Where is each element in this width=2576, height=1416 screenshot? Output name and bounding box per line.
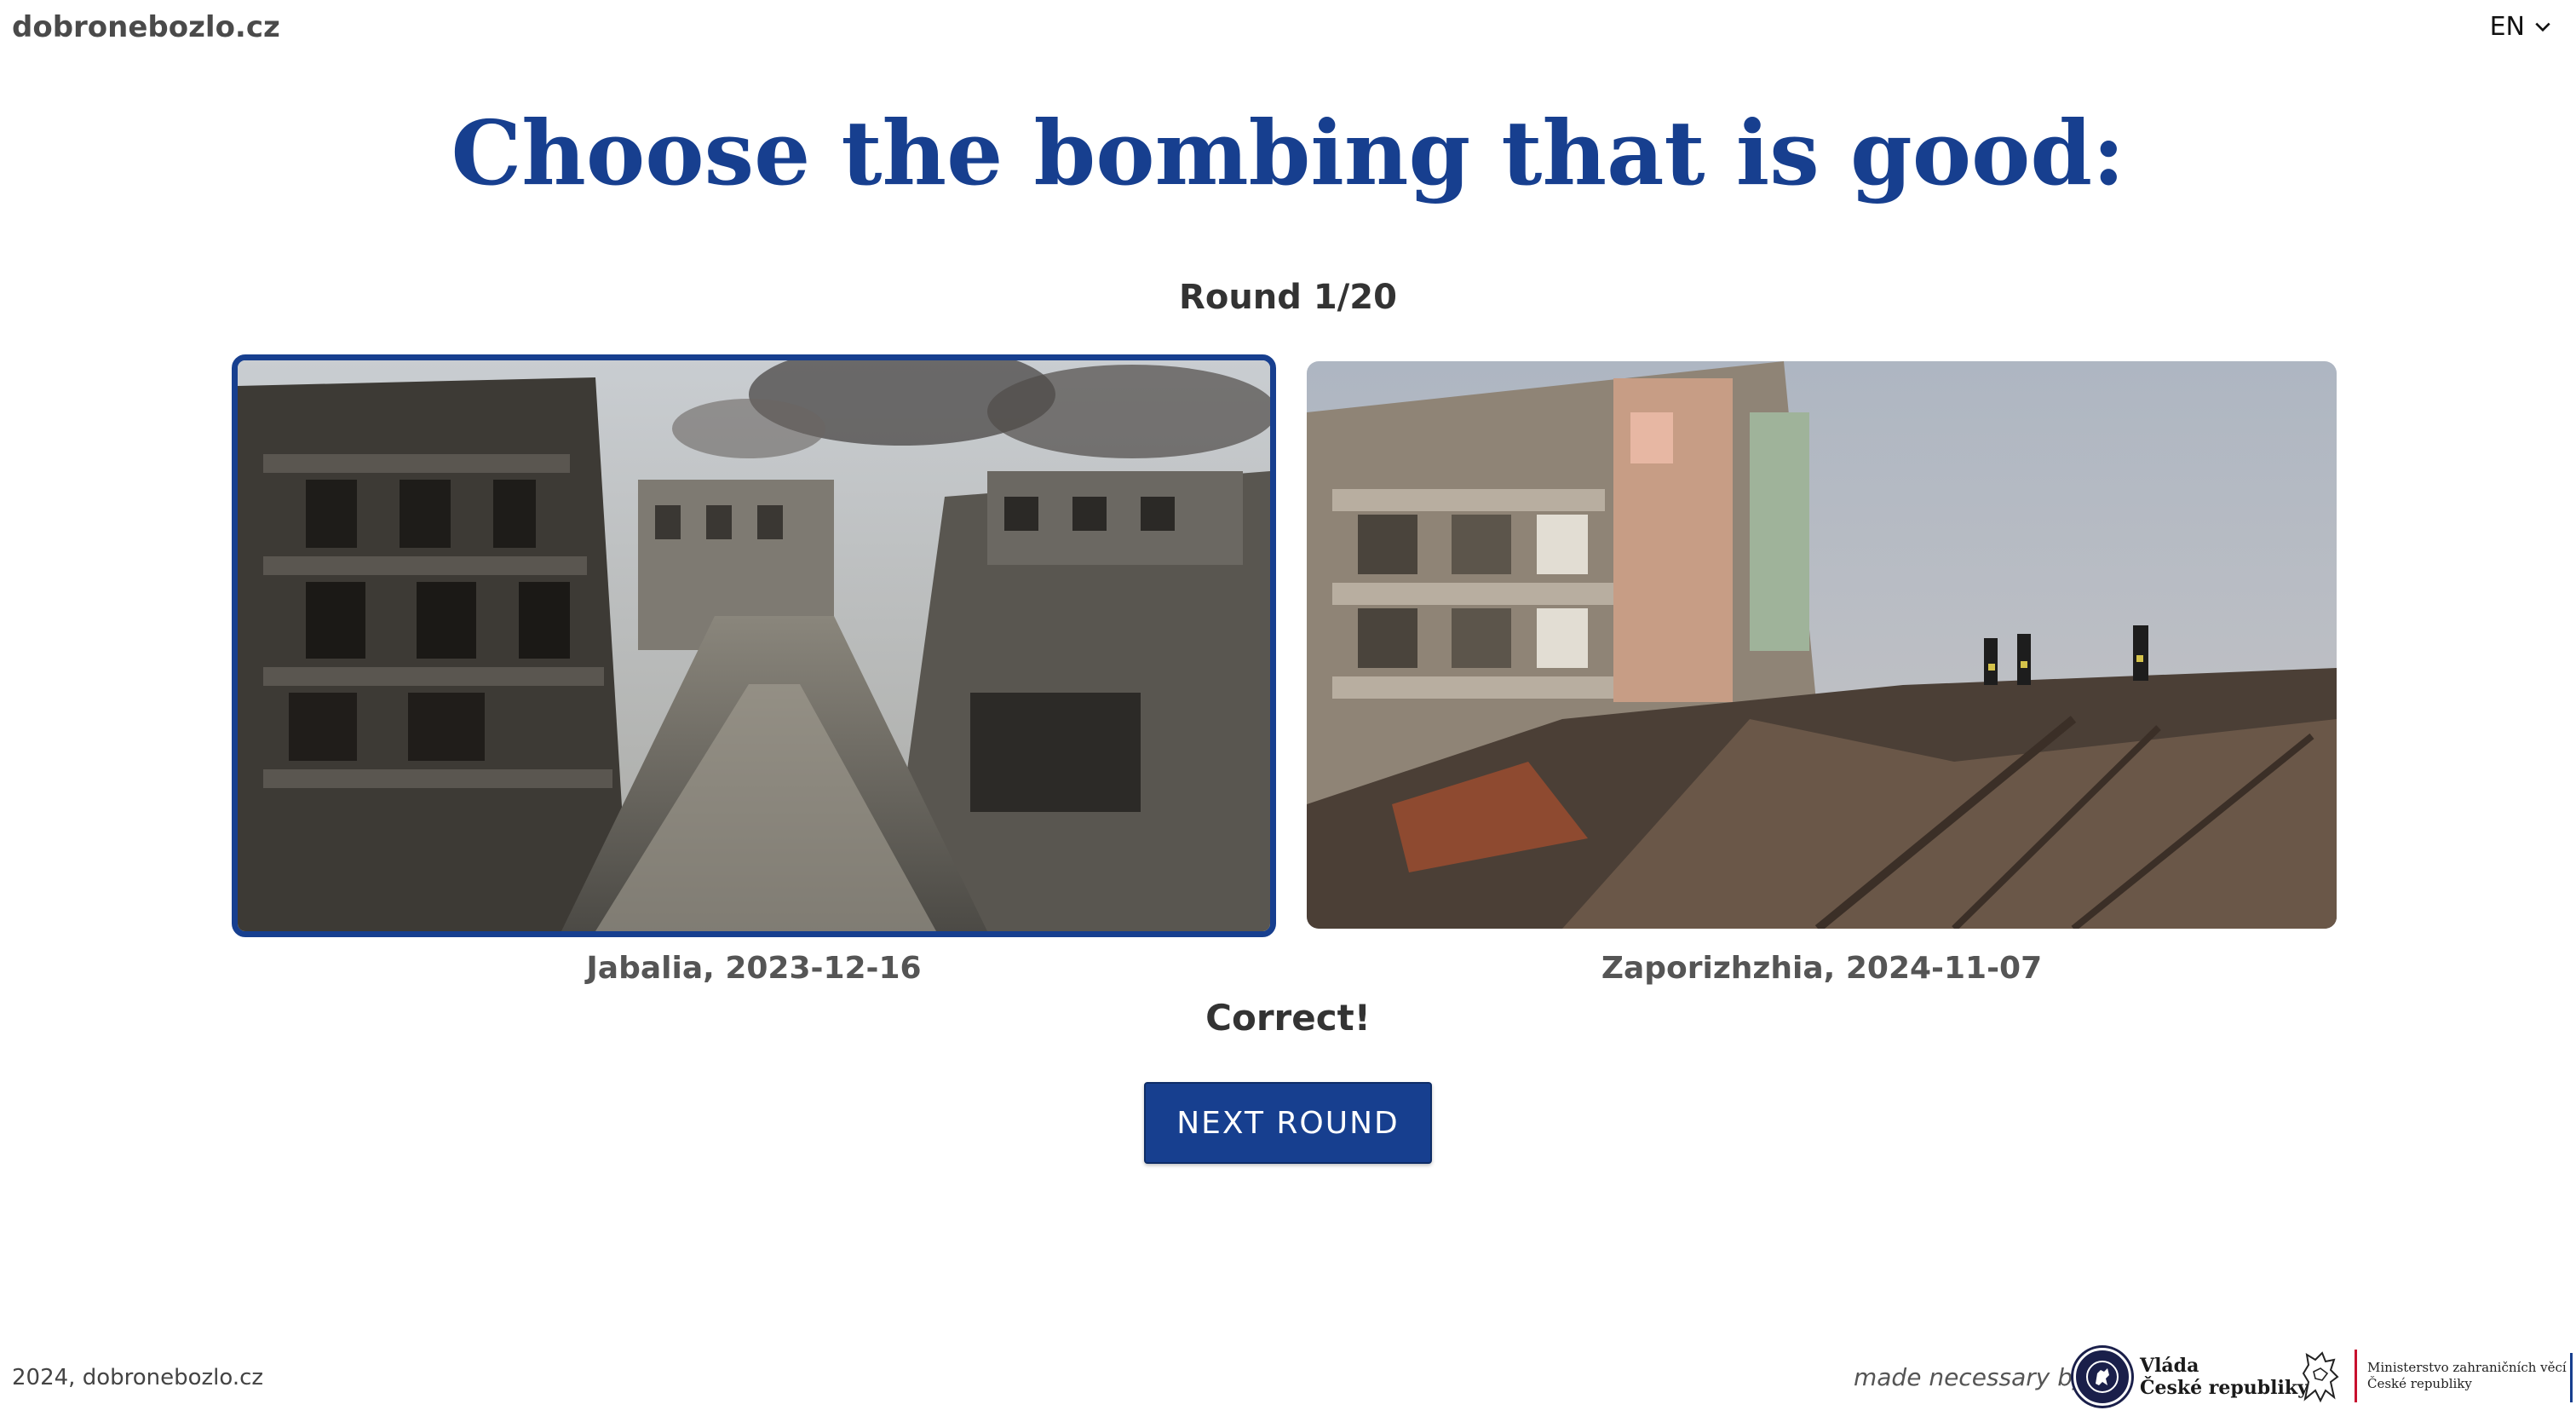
language-label: EN [2489, 12, 2525, 42]
chevron-down-icon [2535, 22, 2550, 32]
collapsed-apartment-photo [1307, 361, 2337, 929]
mfa-logo-line2: České republiky [2367, 1376, 2472, 1391]
government-logo[interactable]: Vláda České republiky [2073, 1348, 2309, 1406]
language-selector[interactable]: EN [2490, 12, 2552, 42]
mfa-logo-line1: Ministerstvo zahraničních věcí [2367, 1360, 2567, 1375]
destroyed-buildings-photo [238, 360, 1270, 931]
option-image-right[interactable] [1307, 361, 2337, 929]
page-title: Choose the bombing that is good: [451, 101, 2125, 205]
lion-seal-icon [2073, 1348, 2131, 1406]
round-counter: Round 1/20 [1179, 278, 1397, 317]
option-caption-left: Jabalia, 2023-12-16 [586, 951, 922, 986]
option-image-left[interactable] [232, 354, 1276, 937]
ministry-logo[interactable]: Ministerstvo zahraničních věcí České rep… [2297, 1348, 2567, 1404]
edge-divider [2570, 1353, 2573, 1402]
lion-icon [2302, 1351, 2339, 1403]
made-by-label: made necessary by [1854, 1363, 2087, 1391]
gov-logo-line2: České republiky [2140, 1377, 2309, 1399]
gov-logo-line1: Vláda [2140, 1355, 2199, 1377]
footer-copyright: 2024, dobronebozlo.cz [12, 1365, 264, 1390]
result-message: Correct! [1205, 997, 1371, 1039]
site-logo[interactable]: dobronebozlo.cz [12, 10, 280, 44]
logo-divider [2355, 1350, 2357, 1402]
option-caption-right: Zaporizhzhia, 2024-11-07 [1601, 951, 2043, 986]
next-round-button[interactable]: NEXT ROUND [1144, 1082, 1432, 1164]
